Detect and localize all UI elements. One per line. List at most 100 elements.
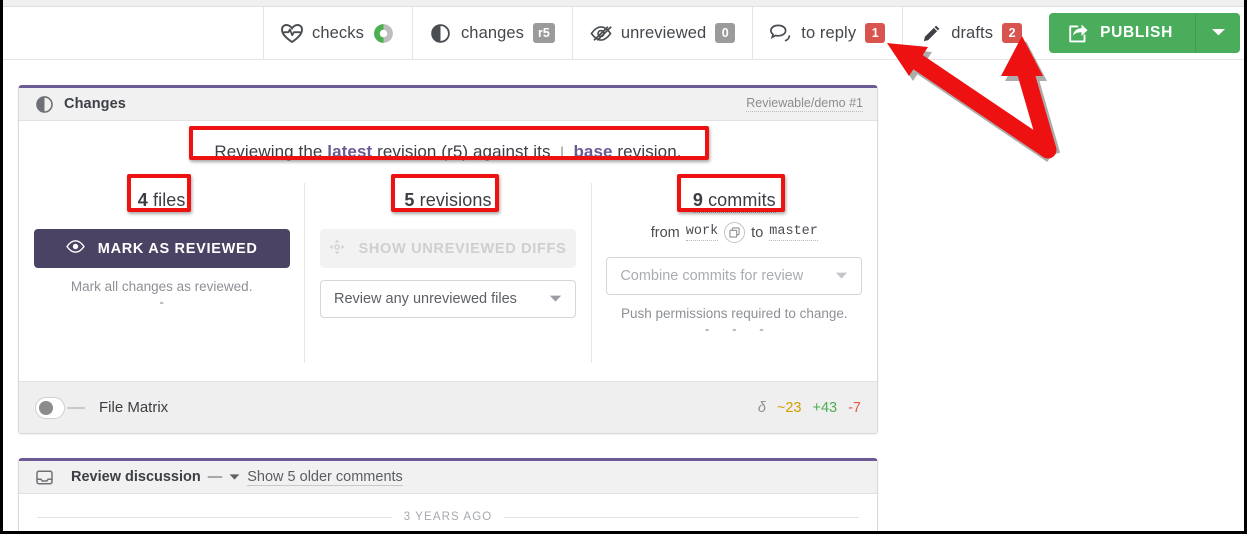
commits-column: 9 commits from work to master Combine co… [590,183,877,363]
publish-split-button: PUBLISH [1049,13,1240,53]
toolbar-item-checks-label: checks [312,23,364,42]
from-branch[interactable]: work [685,224,719,241]
files-unit: files [147,190,186,210]
review-toolbar: checks changes r5 unreviewed 0 to reply … [3,7,1244,60]
combine-commits-placeholder: Combine commits for review [620,268,804,284]
review-scope-select[interactable]: Review any unreviewed files [319,280,576,318]
to-branch[interactable]: master [769,224,818,241]
banner-base-link[interactable]: base [573,142,612,161]
commits-helper-text: Push permissions required to change. • •… [621,305,848,331]
review-discussion-card: Review discussion — Show 5 older comment… [18,458,878,531]
publish-button-label: PUBLISH [1100,24,1173,41]
files-helper-clipped-line: • [159,296,165,304]
commits-count: 9 [692,190,703,210]
files-column: 4 files MARK AS REVIEWED Mark all change… [19,183,304,363]
arrows-cross-icon [329,239,345,259]
page-content: Changes Reviewable/demo #1 Reviewing the… [3,60,1244,531]
revisions-unit: revisions [414,190,492,210]
chevron-down-icon[interactable] [229,468,240,486]
commits-stat[interactable]: 9 commits [692,190,776,213]
file-matrix-row: File Matrix δ ~23 +43 -7 [19,381,877,433]
pencil-icon [920,22,942,44]
toolbar-item-unreviewed-label: unreviewed [620,23,707,42]
revisions-column: 5 revisions SHOW UNREVIEWED DIFFS Review… [304,183,590,363]
comment-icon [770,22,792,44]
combine-commits-select[interactable]: Combine commits for review [606,257,863,295]
half-circle-icon [430,22,452,44]
diff-stats: δ ~23 +43 -7 [758,400,861,416]
heartbeat-shield-icon [281,22,303,44]
delta-symbol: δ [757,399,766,416]
divider-line-right [504,516,859,518]
branch-row: from work to master [651,222,818,243]
age-divider-row: 3 YEARS AGO [37,511,859,523]
toolbar-item-changes-label: changes [460,23,525,42]
toolbar-item-drafts-label: drafts [951,23,994,42]
revisions-stat: 5 revisions [404,190,491,211]
toolbar-item-to-reply-label: to reply [801,23,857,42]
perpendicular-icon: ⊥ [555,144,569,161]
to-label: to [751,224,764,241]
publish-dropdown-toggle[interactable] [1195,13,1240,53]
files-helper-line1: Mark all changes as reviewed. [70,279,253,294]
share-box-icon [1067,22,1089,44]
show-unreviewed-diffs-button[interactable]: SHOW UNREVIEWED DIFFS [319,229,576,268]
divider-line-left [37,516,392,518]
added-count: +43 [812,399,838,416]
commits-helper-line1: Push permissions required to change. [621,306,848,321]
banner-prefix: Reviewing the [214,142,328,161]
files-helper-text: Mark all changes as reviewed. • [71,278,253,304]
discussion-body: 3 YEARS AGO New commits in r5: [19,511,877,531]
commits-helper-clipped-line: • • • [704,323,764,331]
banner-suffix: revision. [612,142,682,161]
revisions-count: 5 [404,190,415,210]
checks-progress-donut-icon [373,22,395,44]
chevron-down-icon [549,291,562,307]
changes-columns: 4 files MARK AS REVIEWED Mark all change… [19,183,877,363]
revision-banner-row: Reviewing the latest revision (r5) again… [19,121,877,183]
discussion-header: Review discussion — Show 5 older comment… [19,461,877,494]
toolbar-item-to-reply[interactable]: to reply 1 [752,7,902,59]
toolbar-item-drafts[interactable]: drafts 2 [902,7,1039,59]
from-label: from [650,224,680,241]
review-scope-value: Review any unreviewed files [333,291,517,307]
banner-latest-link[interactable]: latest [327,142,372,161]
repo-link[interactable]: Reviewable/demo #1 [746,96,863,112]
toolbar-item-unreviewed[interactable]: unreviewed 0 [571,7,752,59]
to-reply-count-badge: 1 [865,23,886,43]
toolbar-item-changes[interactable]: changes r5 [411,7,572,59]
half-circle-icon [33,93,55,115]
revision-banner: Reviewing the latest revision (r5) again… [214,142,681,162]
inbox-icon [33,466,55,488]
files-count: 4 [137,190,148,210]
age-divider-label: 3 YEARS AGO [403,511,493,523]
eye-slash-icon [590,22,612,44]
banner-middle: revision (r5) against its [372,142,556,161]
mark-as-reviewed-button[interactable]: MARK AS REVIEWED [33,229,290,268]
file-matrix-toggle[interactable] [35,396,65,419]
changes-card-title: Changes [64,96,126,112]
discussion-title: Review discussion [71,469,201,485]
eye-icon [65,240,85,257]
app-window: checks changes r5 unreviewed 0 to reply … [0,0,1247,534]
files-stat: 4 files [138,190,186,211]
publish-button[interactable]: PUBLISH [1049,13,1195,53]
file-matrix-label[interactable]: File Matrix [99,399,168,416]
unreviewed-count-badge: 0 [715,23,736,43]
toolbar-item-checks[interactable]: checks [263,7,412,59]
chevron-down-icon [835,268,848,284]
toggle-knob [39,400,53,415]
changes-card-header: Changes Reviewable/demo #1 [19,88,877,121]
toggle-connector [67,406,85,409]
changes-card: Changes Reviewable/demo #1 Reviewing the… [18,85,878,434]
chevron-down-icon [1211,24,1226,42]
window-top-strip [3,0,1244,7]
show-unreviewed-diffs-label: SHOW UNREVIEWED DIFFS [358,240,567,257]
discussion-dash: — [207,469,223,485]
commits-unit: commits [702,190,776,210]
copy-icon[interactable] [724,222,746,243]
show-older-comments-link[interactable]: Show 5 older comments [247,469,403,486]
deleted-count: -7 [848,399,861,416]
modified-count: ~23 [776,399,802,416]
changes-revision-badge: r5 [533,23,555,43]
